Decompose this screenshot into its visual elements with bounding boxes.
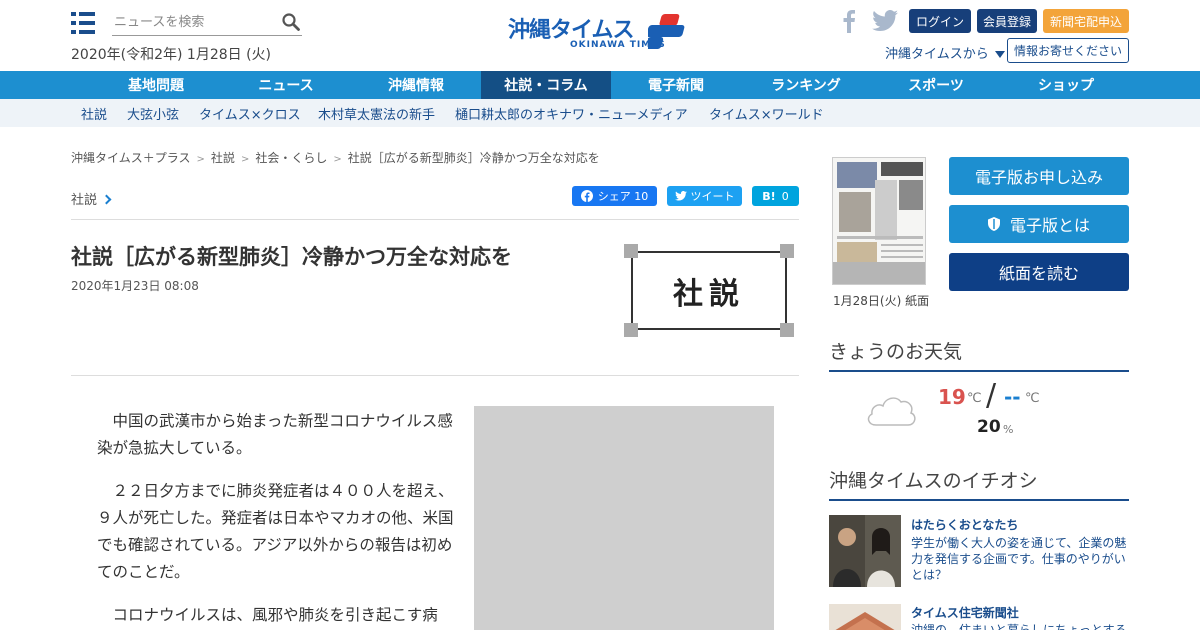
send-info-button[interactable]: 情報お寄せください xyxy=(1007,38,1129,63)
subnav-item-editorial[interactable]: 社説 xyxy=(81,99,107,127)
breadcrumb-society[interactable]: 社会・くらし xyxy=(255,151,327,165)
read-paper-button[interactable]: 紙面を読む xyxy=(949,253,1129,291)
corner-handle xyxy=(780,323,794,337)
nav-item-e-paper[interactable]: 電子新聞 xyxy=(611,71,741,99)
hatena-bookmark-button[interactable]: B! 0 xyxy=(752,186,799,206)
facebook-share-button[interactable]: シェア 10 xyxy=(572,186,657,206)
main-nav: 基地問題 ニュース 沖縄情報 社説・コラム 電子新聞 ランキング スポーツ ショ… xyxy=(0,71,1200,99)
search-box xyxy=(112,10,302,36)
hatena-icon: B! xyxy=(762,189,776,203)
breadcrumb-home[interactable]: 沖縄タイムス＋プラス xyxy=(71,151,191,165)
delivery-button[interactable]: 新聞宅配申込 xyxy=(1043,9,1129,33)
e-paper-about-label: 電子版とは xyxy=(1009,216,1090,235)
hatena-count: 0 xyxy=(781,189,789,203)
shield-icon xyxy=(987,217,1000,231)
article-paragraph: コロナウイルスは、風邪や肺炎を引き起こす病 xyxy=(112,606,438,624)
pick-heading: 沖縄タイムスのイチオシ xyxy=(829,466,1129,501)
breadcrumb-editorial[interactable]: 社説 xyxy=(211,151,235,165)
pick-image xyxy=(829,515,901,587)
e-paper-subscribe-button[interactable]: 電子版お申し込み xyxy=(949,157,1129,195)
login-button[interactable]: ログイン xyxy=(909,9,971,33)
search-input[interactable] xyxy=(112,10,272,34)
site-logo[interactable]: 沖縄タイムス OKINAWA TIMES xyxy=(508,12,694,54)
nav-item-sports[interactable]: スポーツ xyxy=(871,71,1001,99)
pick-thumbnail[interactable] xyxy=(829,604,901,630)
temp-unit: ℃ xyxy=(1025,391,1040,406)
twitter-icon[interactable] xyxy=(872,10,898,32)
divider xyxy=(71,219,799,220)
subnav-item-times-world[interactable]: タイムス×ワールド xyxy=(709,99,824,127)
register-button[interactable]: 会員登録 xyxy=(977,9,1037,33)
sub-nav: 社説 大弦小弦 タイムス×クロス 木村草太憲法の新手 樋口耕太郎のオキナワ・ニュ… xyxy=(0,99,1200,127)
pick-image xyxy=(829,604,901,630)
breadcrumb: 沖縄タイムス＋プラス > 社説 > 社会・くらし > 社説［広がる新型肺炎］冷静かつ万全な対… xyxy=(71,151,600,165)
temp-separator: / xyxy=(986,378,997,413)
subnav-item-taigen[interactable]: 大弦小弦 xyxy=(127,99,179,127)
temp-low: -- xyxy=(1004,385,1021,409)
twitter-share-button[interactable]: ツイート xyxy=(667,186,742,206)
nav-item-news[interactable]: ニュース xyxy=(221,71,351,99)
from-okinawa-label: 沖縄タイムスから xyxy=(885,47,989,62)
article-image[interactable] xyxy=(474,406,774,630)
nav-item-ranking[interactable]: ランキング xyxy=(741,71,871,99)
twitter-icon xyxy=(674,191,687,201)
site-header: 2020年(令和2年) 1月28日 (火) 沖縄タイムス OKINAWA TIM… xyxy=(0,0,1200,71)
nav-item-okinawa-info[interactable]: 沖縄情報 xyxy=(351,71,481,99)
pick2-description[interactable]: 沖縄の、住まいと暮らしにちょっとする xyxy=(911,622,1129,630)
newspaper-thumbnail[interactable] xyxy=(832,157,926,285)
rain-probability: 20 xyxy=(977,417,1001,437)
rain-unit: % xyxy=(1003,423,1014,436)
editorial-badge: 社説 xyxy=(631,251,787,330)
pick-thumbnail[interactable] xyxy=(829,515,901,587)
subnav-item-kimura[interactable]: 木村草太憲法の新手 xyxy=(318,99,435,127)
pick2-title[interactable]: タイムス住宅新聞社 xyxy=(911,604,1019,621)
article-paragraph: ２２日夕方までに肺炎発症者は４００人を超え、９人が死亡した。発症者は日本やマカオ… xyxy=(97,482,454,581)
logo-plus-mark xyxy=(648,14,685,49)
twitter-share-label: ツイート xyxy=(690,190,735,203)
search-icon[interactable] xyxy=(282,13,300,31)
article-paragraph: 中国の武漢市から始まった新型コロナウイルス感染が急拡大している。 xyxy=(97,412,453,457)
facebook-icon xyxy=(580,190,593,202)
article-category[interactable]: 社説 xyxy=(71,189,112,208)
breadcrumb-current: 社説［広がる新型肺炎］冷静かつ万全な対応を xyxy=(347,151,600,165)
nav-item-shop[interactable]: ショップ xyxy=(1001,71,1131,99)
caret-down-icon xyxy=(994,51,1005,58)
newspaper-image xyxy=(833,158,925,284)
current-date: 2020年(令和2年) 1月28日 (火) xyxy=(71,47,272,63)
e-paper-about-button[interactable]: 電子版とは xyxy=(949,205,1129,243)
from-okinawa-dropdown[interactable]: 沖縄タイムスから xyxy=(885,43,1005,62)
subnav-item-higuchi[interactable]: 樋口耕太郎のオキナワ・ニューメディア xyxy=(455,99,688,127)
weather-heading: きょうのお天気 xyxy=(829,337,1129,372)
pick1-title[interactable]: はたらくおとなたち xyxy=(911,516,1018,533)
newspaper-caption: 1月28日(火) 紙面 xyxy=(833,294,930,308)
category-label: 社説 xyxy=(71,193,98,208)
facebook-share-label: シェア 10 xyxy=(597,190,649,203)
nav-item-editorial[interactable]: 社説・コラム xyxy=(481,71,611,99)
corner-handle xyxy=(624,244,638,258)
article-date: 2020年1月23日 08:08 xyxy=(71,279,199,293)
divider xyxy=(71,375,799,376)
subnav-item-times-cross[interactable]: タイムス×クロス xyxy=(199,99,301,127)
article-body: 中国の武漢市から始まった新型コロナウイルス感染が急拡大している。 ２２日夕方まで… xyxy=(97,408,457,630)
facebook-icon[interactable] xyxy=(842,9,856,33)
temp-unit: ℃ xyxy=(967,391,982,406)
menu-icon[interactable] xyxy=(71,12,95,34)
article-title: 社説［広がる新型肺炎］冷静かつ万全な対応を xyxy=(71,245,512,269)
corner-handle xyxy=(780,244,794,258)
temp-high: 19 xyxy=(938,385,966,409)
cloud-icon xyxy=(867,397,916,426)
nav-item-base[interactable]: 基地問題 xyxy=(91,71,221,99)
pick1-description[interactable]: 学生が働く大人の姿を通じて、企業の魅力を発信する企画です。仕事のやりがいとは？ xyxy=(911,535,1129,583)
chevron-right-icon xyxy=(101,194,112,205)
corner-handle xyxy=(624,323,638,337)
